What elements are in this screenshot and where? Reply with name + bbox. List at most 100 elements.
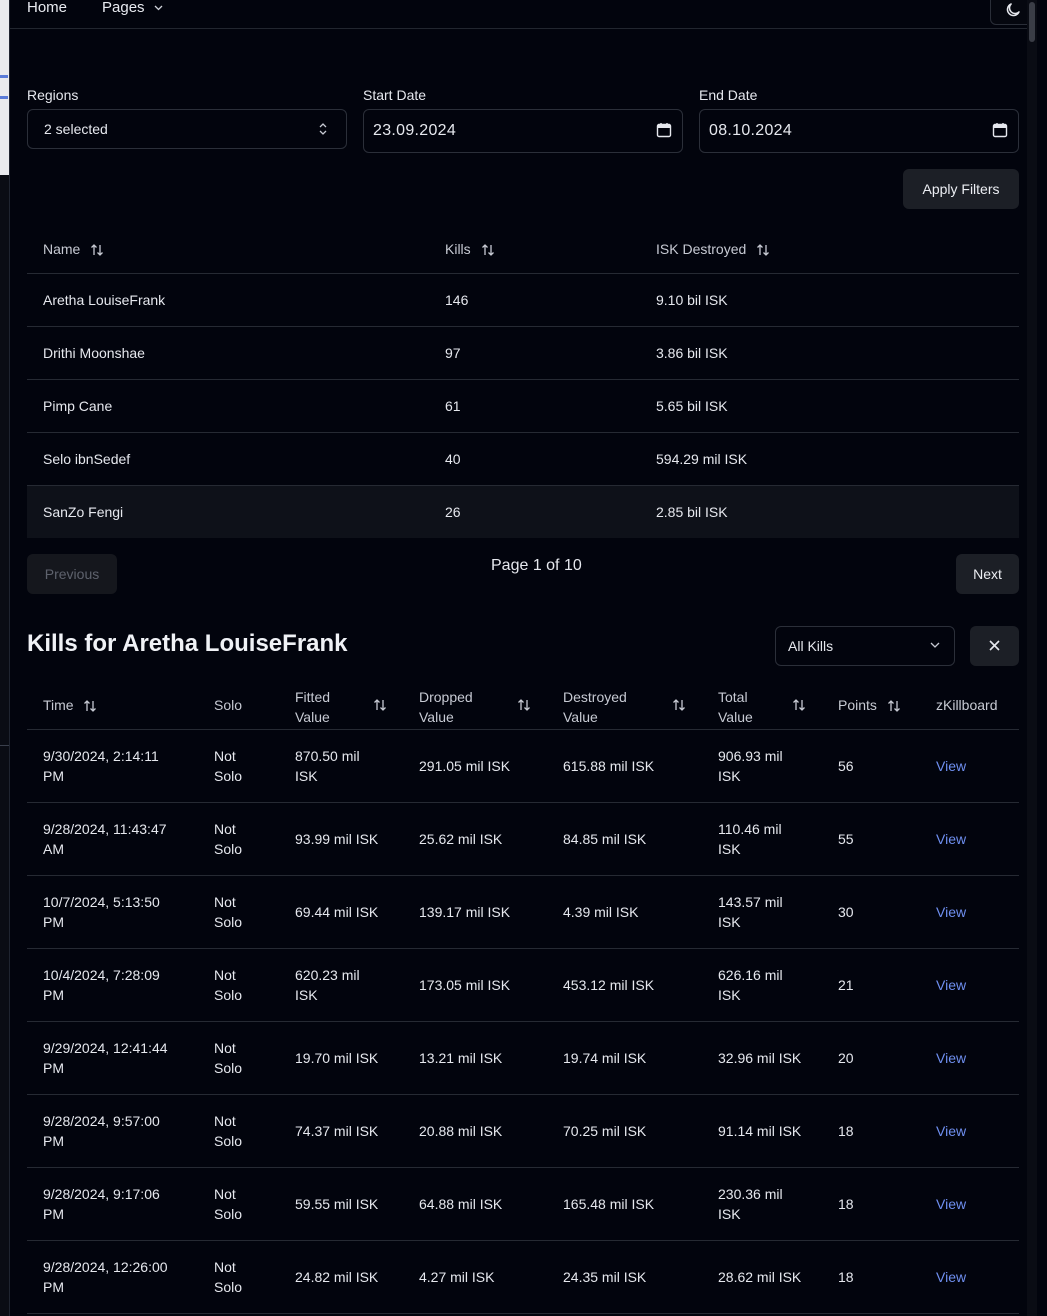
cell-time: 9/28/2024, 9:17:06 PM: [43, 1184, 160, 1224]
cell-total-line2: ISK: [718, 1206, 741, 1222]
zkillboard-view-link[interactable]: View: [936, 1121, 966, 1141]
zkillboard-view-link[interactable]: View: [936, 1267, 966, 1287]
table-divider: [27, 1167, 1019, 1168]
cell-isk: 9.10 bil ISK: [656, 292, 728, 308]
cell-fitted-line1: 870.50 mil: [295, 748, 360, 764]
cell-points: 30: [838, 904, 854, 920]
kills-header-destroyed[interactable]: Destroyed Value: [563, 687, 627, 727]
cell-total: 110.46 mil ISK: [718, 819, 782, 859]
cell-time-line2: PM: [43, 1206, 64, 1222]
cell-total-line2: ISK: [718, 914, 741, 930]
previous-button[interactable]: Previous: [27, 554, 117, 594]
zkillboard-view-link[interactable]: View: [936, 1048, 966, 1068]
cell-isk: 5.65 bil ISK: [656, 398, 728, 414]
kills-header-dropped[interactable]: Dropped Value: [419, 687, 473, 727]
cell-solo-line2: Solo: [214, 841, 243, 857]
background-window-divider: [0, 745, 9, 746]
sort-icon: [481, 244, 494, 257]
nav-home-link[interactable]: Home: [27, 0, 67, 16]
cell-fitted-line1: 24.82 mil ISK: [295, 1269, 379, 1285]
calendar-icon[interactable]: [656, 122, 672, 138]
zkillboard-view-link[interactable]: View: [936, 756, 966, 776]
cell-total-line2: ISK: [718, 841, 741, 857]
kill-type-select[interactable]: All Kills: [775, 626, 955, 666]
cell-name: Pimp Cane: [43, 398, 113, 414]
zkillboard-view-link[interactable]: View: [936, 902, 966, 922]
table-divider: [27, 1094, 1019, 1095]
cell-points: 18: [838, 1269, 854, 1285]
sort-icon[interactable]: [517, 698, 531, 712]
header-isk-destroyed[interactable]: ISK Destroyed: [656, 241, 770, 257]
cell-destroyed-line1: 4.39 mil ISK: [563, 904, 639, 920]
cell-total-line2: ISK: [718, 987, 741, 1003]
cell-dropped: 25.62 mil ISK: [419, 829, 502, 849]
cell-total: 28.62 mil ISK: [718, 1267, 801, 1287]
table-divider: [27, 1021, 1019, 1022]
scrollbar-thumb[interactable]: [1029, 2, 1035, 42]
nav-pages-menu[interactable]: Pages: [102, 0, 163, 16]
cell-fitted-line1: 59.55 mil ISK: [295, 1196, 379, 1212]
next-button[interactable]: Next: [956, 554, 1019, 594]
close-icon: [989, 640, 1000, 651]
cell-solo: Not Solo: [214, 1257, 242, 1297]
cell-solo-line2: Solo: [214, 987, 243, 1003]
kills-header-points[interactable]: Points: [838, 697, 901, 713]
cell-fitted: 19.70 mil ISK: [295, 1048, 378, 1068]
kills-header-fitted[interactable]: Fitted Value: [295, 687, 330, 727]
cell-solo-line1: Not: [214, 1113, 236, 1129]
regions-select-value: 2 selected: [44, 121, 108, 137]
cell-destroyed-line1: 24.35 mil ISK: [563, 1269, 647, 1285]
start-date-input[interactable]: 23.09.2024: [363, 109, 683, 153]
calendar-icon[interactable]: [992, 122, 1008, 138]
sort-icon: [91, 244, 104, 257]
cell-dropped-line1: 291.05 mil ISK: [419, 758, 511, 774]
cell-total: 32.96 mil ISK: [718, 1048, 801, 1068]
cell-fitted: 69.44 mil ISK: [295, 902, 378, 922]
header-kills[interactable]: Kills: [445, 241, 495, 257]
table-divider: [27, 802, 1019, 803]
kills-header-time[interactable]: Time: [43, 697, 97, 713]
cell-destroyed-line1: 84.85 mil ISK: [563, 831, 647, 847]
cell-kills: 97: [445, 345, 461, 361]
cell-dropped-line1: 13.21 mil ISK: [419, 1050, 503, 1066]
cell-time-line2: AM: [43, 841, 64, 857]
cell-solo: Not Solo: [214, 892, 242, 932]
cell-total: 91.14 mil ISK: [718, 1121, 801, 1141]
cell-destroyed: 19.74 mil ISK: [563, 1048, 646, 1068]
cell-fitted-line1: 93.99 mil ISK: [295, 831, 379, 847]
sort-icon: [887, 700, 900, 713]
end-date-input[interactable]: 08.10.2024: [699, 109, 1019, 153]
regions-select[interactable]: 2 selected: [27, 109, 347, 149]
cell-points: 56: [838, 758, 854, 774]
sort-icon[interactable]: [373, 698, 387, 712]
cell-total-line1: 143.57 mil: [718, 894, 783, 910]
nav-pages-label: Pages: [102, 0, 145, 16]
cell-solo: Not Solo: [214, 1184, 242, 1224]
sort-icon[interactable]: [672, 698, 686, 712]
zkillboard-view-link[interactable]: View: [936, 975, 966, 995]
cell-time: 9/28/2024, 11:43:47 AM: [43, 819, 167, 859]
cell-time-line1: 9/30/2024, 2:14:11: [43, 748, 159, 764]
cell-destroyed: 615.88 mil ISK: [563, 756, 654, 776]
header-name[interactable]: Name: [43, 241, 104, 257]
cell-total: 906.93 mil ISK: [718, 746, 783, 786]
cell-fitted: 93.99 mil ISK: [295, 829, 378, 849]
cell-dropped: 20.88 mil ISK: [419, 1121, 502, 1141]
cell-fitted: 24.82 mil ISK: [295, 1267, 378, 1287]
kills-header-total[interactable]: Total Value: [718, 687, 753, 727]
cell-kills: 26: [445, 504, 461, 520]
kills-header-destroyed-line2: Value: [563, 709, 598, 725]
page-scrollbar[interactable]: [1027, 0, 1037, 1316]
table-divider: [27, 875, 1019, 876]
cell-isk: 3.86 bil ISK: [656, 345, 728, 361]
cell-total-line2: ISK: [718, 768, 741, 784]
cell-isk: 594.29 mil ISK: [656, 451, 748, 467]
table-divider: [27, 1313, 1019, 1314]
sort-icon[interactable]: [792, 698, 806, 712]
cell-total: 143.57 mil ISK: [718, 892, 783, 932]
zkillboard-view-link[interactable]: View: [936, 1194, 966, 1214]
cell-time-line2: PM: [43, 914, 64, 930]
apply-filters-button[interactable]: Apply Filters: [903, 169, 1019, 209]
close-kills-button[interactable]: [970, 626, 1019, 666]
zkillboard-view-link[interactable]: View: [936, 829, 966, 849]
